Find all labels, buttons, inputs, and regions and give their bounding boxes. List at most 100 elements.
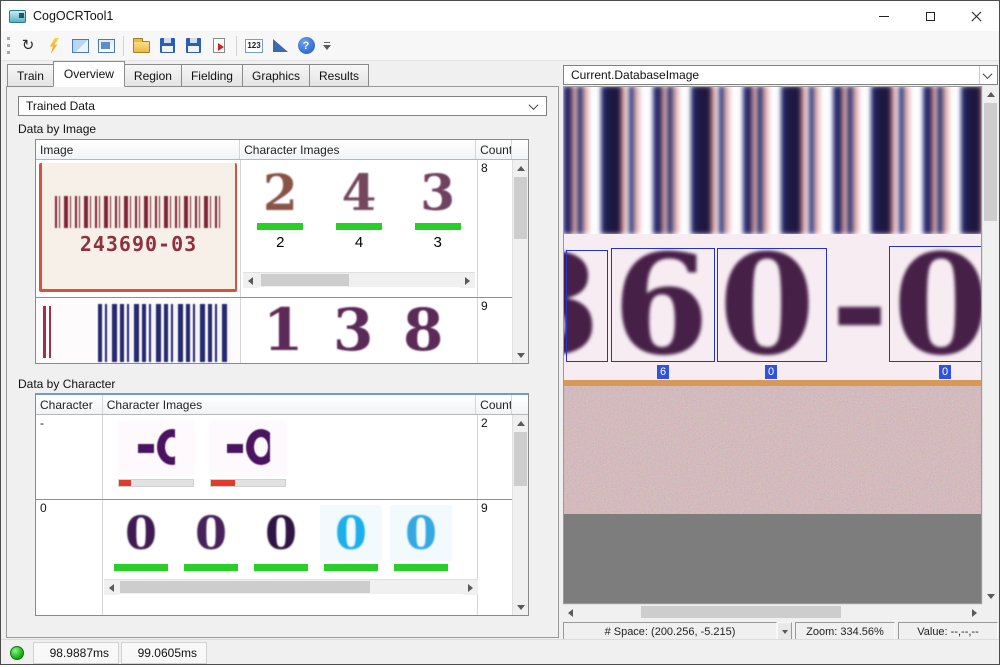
run-status-indicator [10, 646, 24, 660]
character-tile-strip: 1 3 8 [241, 298, 477, 363]
zero-glyph-image: 0 [180, 505, 242, 561]
display-vertical-scrollbar[interactable] [982, 86, 998, 604]
scroll-down-button[interactable] [513, 347, 529, 363]
training-image-thumbnail[interactable] [36, 298, 240, 363]
scrollbar-thumb[interactable] [120, 581, 370, 593]
toolbar-separator [236, 36, 237, 56]
character-cell: - [36, 415, 103, 499]
tab-fielding[interactable]: Fielding [181, 64, 243, 87]
column-header-count[interactable]: Count [476, 395, 512, 414]
tab-region[interactable]: Region [124, 64, 182, 87]
character-sample[interactable]: 0 [180, 505, 242, 571]
training-image-thumbnail[interactable]: 243690-03 [39, 163, 237, 292]
character-tile[interactable]: 3 3 [402, 166, 474, 251]
character-images-cell [103, 415, 478, 499]
cell-horizontal-scrollbar[interactable] [243, 272, 475, 287]
character-sample[interactable]: 0 [110, 505, 172, 571]
chevron-down-icon [323, 45, 331, 50]
scroll-up-button[interactable] [983, 86, 999, 102]
execution-time-2: 99.0605ms [121, 642, 207, 664]
font-training-button[interactable]: 123 [242, 34, 266, 58]
display-image-dropdown[interactable]: Current.DatabaseImage [563, 65, 998, 85]
show-lastrun-image-icon[interactable] [94, 34, 118, 58]
help-button[interactable]: ? [294, 34, 318, 58]
tab-train[interactable]: Train [7, 64, 54, 87]
floppy-icon [160, 38, 175, 53]
column-header-character-images[interactable]: Character Images [103, 395, 476, 414]
character-selection-box[interactable] [889, 246, 982, 362]
scroll-right-button[interactable] [460, 273, 475, 288]
scroll-left-button[interactable] [563, 605, 578, 620]
table-row[interactable]: - [36, 415, 528, 500]
arrow-left-icon [248, 277, 253, 285]
tab-results[interactable]: Results [309, 64, 369, 87]
character-selection-box[interactable] [717, 248, 827, 362]
image-display[interactable]: 3 6 0 - 0 6 0 0 [563, 86, 982, 604]
table-row[interactable]: 243690-03 2 2 4 [36, 160, 528, 298]
character-sample[interactable]: 0 [390, 505, 452, 571]
scroll-up-button[interactable] [513, 160, 529, 176]
save-image-icon[interactable] [181, 34, 205, 58]
maximize-button[interactable] [907, 1, 953, 31]
character-glyph: 0 [335, 510, 367, 556]
scroll-left-button[interactable] [104, 580, 119, 595]
character-selection-box[interactable] [566, 250, 608, 362]
scrollbar-thumb[interactable] [261, 274, 349, 286]
column-header-character[interactable]: Character [36, 395, 103, 414]
display-image-value: Current.DatabaseImage [564, 68, 979, 82]
close-button[interactable] [953, 1, 999, 31]
column-header-character-images[interactable]: Character Images [240, 140, 476, 159]
segmentation-icon[interactable] [268, 34, 292, 58]
tab-graphics[interactable]: Graphics [242, 64, 310, 87]
run-once-icon[interactable] [42, 34, 66, 58]
save-icon[interactable] [155, 34, 179, 58]
toolbar-grip[interactable] [7, 37, 10, 54]
scrollbar-thumb[interactable] [641, 606, 841, 618]
character-sample[interactable]: 0 [320, 505, 382, 571]
character-sample[interactable] [117, 421, 195, 487]
window-title: CogOCRTool1 [33, 9, 113, 23]
table-row[interactable]: 0 0 0 0 [36, 500, 528, 616]
scroll-down-button[interactable] [513, 599, 529, 615]
chevron-down-icon [782, 630, 788, 634]
tab-overview[interactable]: Overview [53, 61, 125, 87]
display-horizontal-scrollbar[interactable] [563, 604, 982, 619]
scroll-left-button[interactable] [243, 273, 258, 288]
tool-status-bar: 98.9887ms 99.0605ms [1, 639, 999, 665]
partial-circle-shape [246, 426, 270, 470]
table-row[interactable]: 1 3 8 9 [36, 298, 528, 364]
table-vertical-scrollbar[interactable] [512, 415, 528, 615]
scroll-up-button[interactable] [513, 415, 529, 431]
printed-label-text: 243690-03 [80, 232, 197, 256]
export-icon[interactable] [207, 34, 231, 58]
character-sample[interactable] [209, 421, 287, 487]
scrollbar-thumb[interactable] [984, 103, 997, 221]
column-header-image[interactable]: Image [36, 140, 240, 159]
character-selection-box[interactable] [611, 248, 715, 362]
trained-data-dropdown[interactable]: Trained Data [18, 96, 547, 116]
toolbar-overflow-button[interactable] [322, 38, 332, 54]
open-file-icon[interactable] [129, 34, 153, 58]
column-header-count[interactable]: Count [476, 140, 512, 159]
barcode-bar [43, 306, 46, 358]
scroll-down-button[interactable] [983, 588, 999, 604]
scrollbar-thumb[interactable] [514, 177, 527, 239]
minimize-button[interactable] [861, 1, 907, 31]
character-tile[interactable]: 4 4 [323, 166, 395, 251]
show-current-image-icon[interactable] [68, 34, 92, 58]
scrollbar-thumb[interactable] [514, 432, 527, 486]
barcode-graphic [98, 304, 230, 362]
character-tile[interactable]: 2 2 [244, 166, 316, 251]
character-value: 0 [36, 500, 102, 516]
table-vertical-scrollbar[interactable] [512, 160, 528, 363]
character-glyph: 0 [265, 510, 297, 556]
scroll-right-button[interactable] [463, 580, 478, 595]
run-tool-icon[interactable]: ↻ [16, 34, 40, 58]
cell-horizontal-scrollbar[interactable] [104, 579, 478, 594]
dropdown-button[interactable] [979, 66, 997, 84]
trained-underline-bar [336, 223, 382, 230]
trained-underline-bar [254, 564, 308, 571]
character-result-label: 0 [765, 365, 777, 379]
scroll-right-button[interactable] [967, 605, 982, 620]
character-sample[interactable]: 0 [250, 505, 312, 571]
